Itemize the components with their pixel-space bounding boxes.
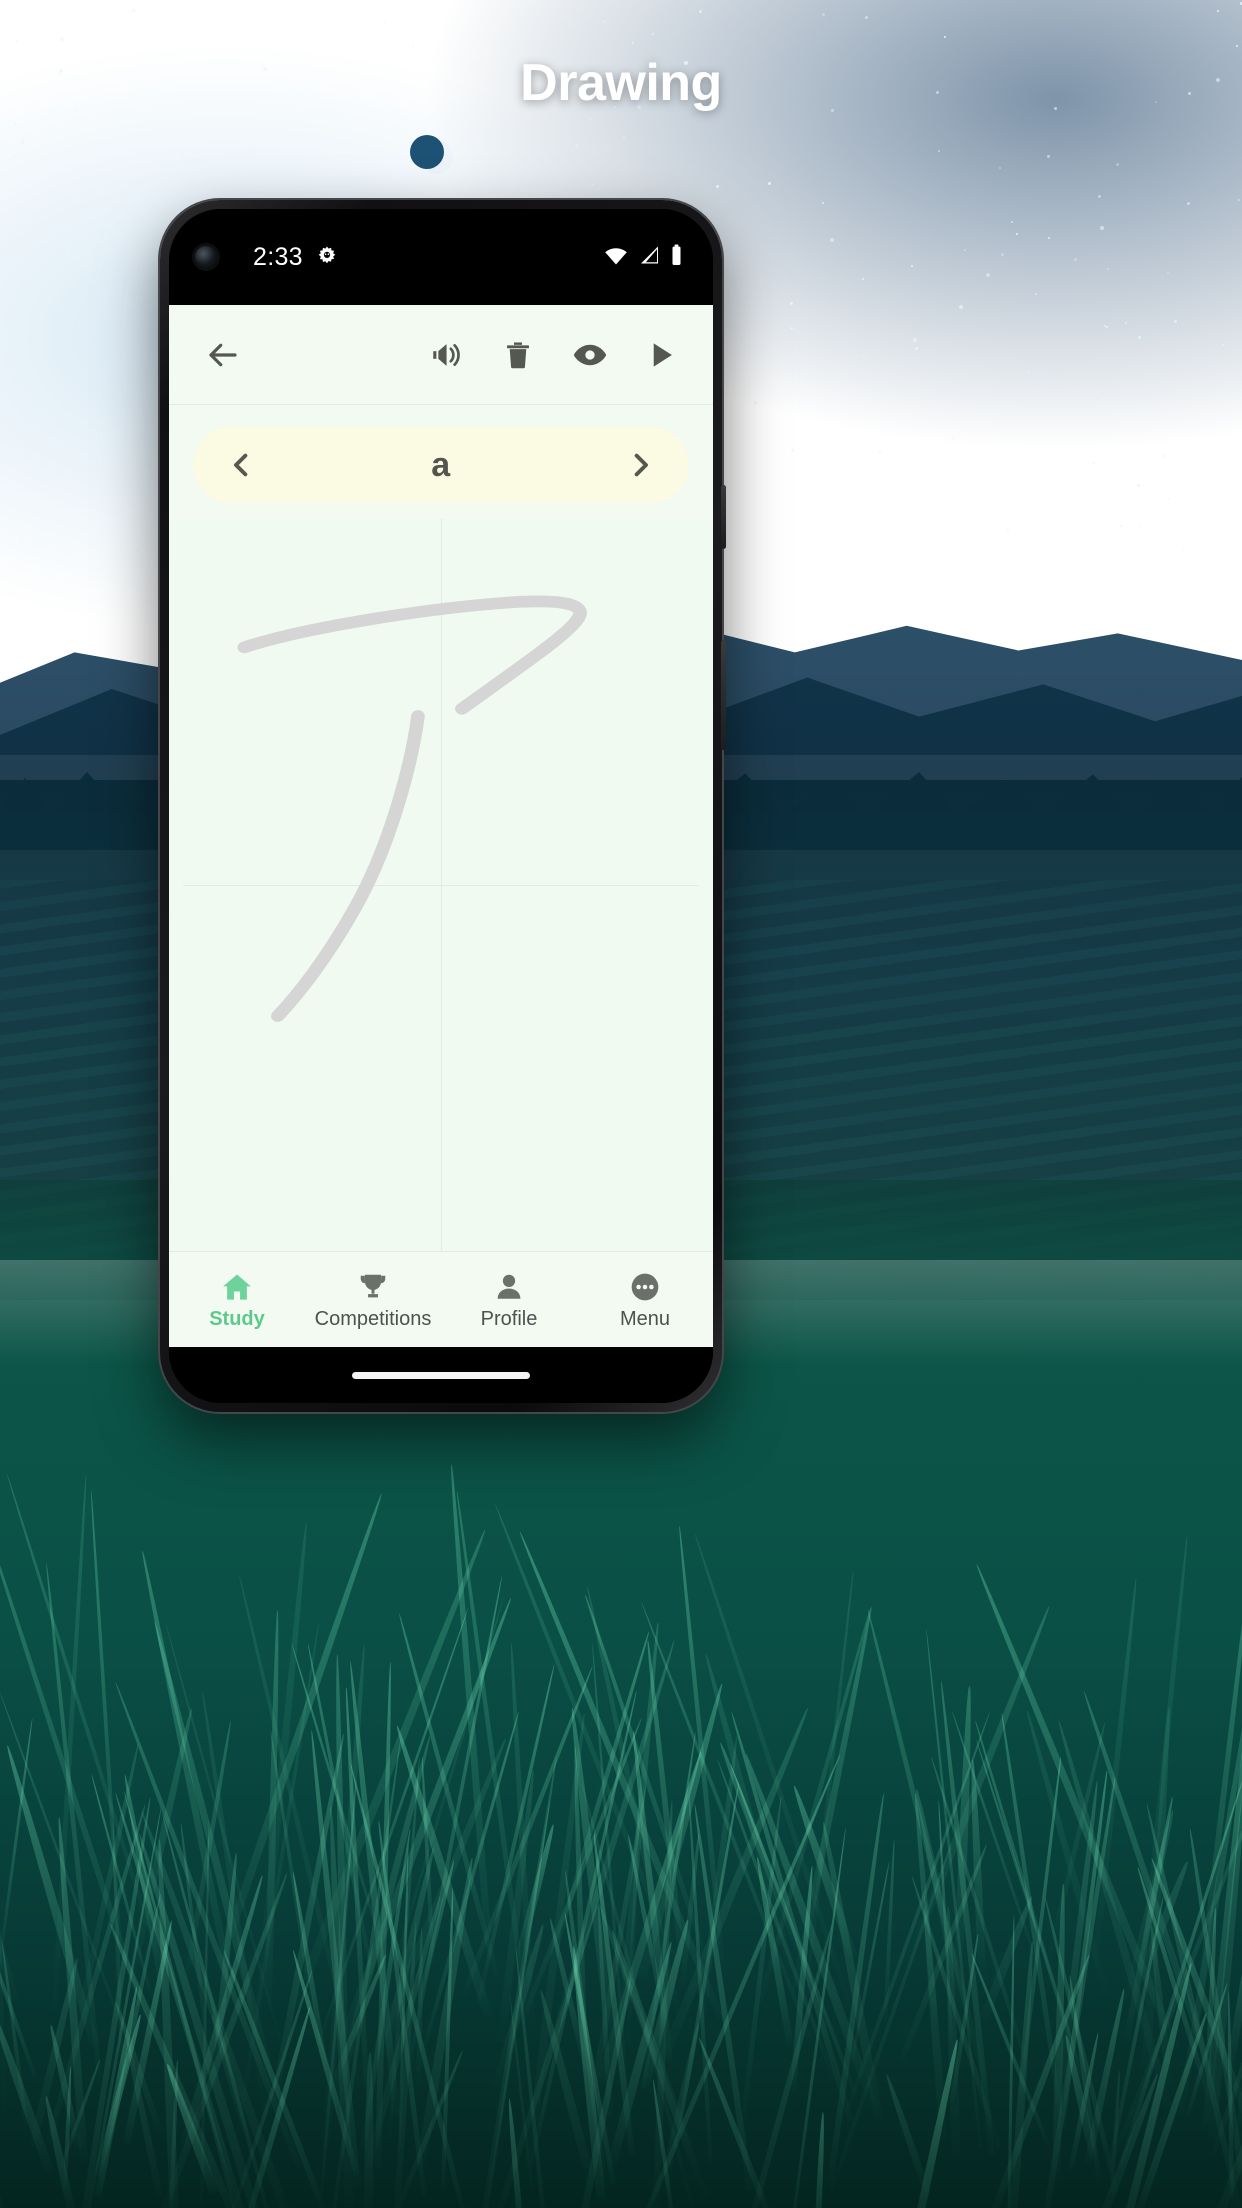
front-camera-punch-hole: [195, 246, 217, 268]
app-toolbar: [169, 305, 713, 405]
phone-device-frame: 2:33 a Study Competitions Profile Menu: [160, 200, 726, 1412]
nav-label-menu: Menu: [619, 1307, 671, 1330]
wifi-icon: [604, 245, 628, 270]
phone-screen: 2:33 a Study Competitions Profile Menu: [169, 209, 713, 1403]
phone-bezel: 2:33 a Study Competitions Profile Menu: [169, 209, 713, 1403]
status-time: 2:33: [253, 242, 303, 271]
volume-rocker-button[interactable]: [721, 640, 726, 750]
character-selector: a: [193, 427, 689, 503]
gesture-bar-area: [169, 1347, 713, 1403]
status-icons: [604, 244, 683, 271]
speaker-volume-icon[interactable]: [423, 332, 469, 378]
nav-label-competitions: Competitions: [314, 1307, 432, 1330]
toolbar-actions: [423, 332, 685, 378]
arrow-left-icon[interactable]: [197, 329, 249, 381]
person-icon: [494, 1269, 524, 1303]
trash-icon[interactable]: [495, 332, 541, 378]
status-bar: 2:33: [169, 209, 713, 305]
nav-label-profile: Profile: [480, 1307, 538, 1330]
eye-icon[interactable]: [567, 332, 613, 378]
wallpaper-background: Drawing 2:33 a Study Competitions Profil…: [0, 0, 1242, 2208]
drawing-canvas[interactable]: [169, 519, 713, 1251]
handwriting-stroke: [237, 595, 587, 1022]
chevron-right-icon[interactable]: [619, 443, 663, 487]
home-gesture-bar[interactable]: [352, 1371, 530, 1379]
home-icon: [220, 1269, 254, 1303]
nav-item-menu[interactable]: Menu: [577, 1269, 713, 1331]
nav-item-study[interactable]: Study: [169, 1269, 305, 1331]
character-selector-container: a: [169, 405, 713, 519]
gear-icon: [315, 245, 339, 269]
nav-item-profile[interactable]: Profile: [441, 1269, 577, 1331]
current-character-label: a: [431, 445, 451, 484]
power-button[interactable]: [721, 485, 726, 549]
nav-label-study: Study: [209, 1307, 265, 1330]
chevron-left-icon[interactable]: [219, 443, 263, 487]
app-content: a Study Competitions Profile Menu: [169, 305, 713, 1347]
cell-signal-icon: [638, 245, 660, 270]
page-title: Drawing: [520, 54, 722, 112]
crescent-moon-icon: [410, 135, 453, 174]
battery-icon: [670, 244, 683, 271]
play-triangle-icon[interactable]: [639, 332, 685, 378]
trophy-icon: [357, 1269, 389, 1303]
nav-item-competitions[interactable]: Competitions: [305, 1269, 441, 1331]
dots-circle-icon: [629, 1269, 661, 1303]
bottom-navigation: Study Competitions Profile Menu: [169, 1251, 713, 1347]
